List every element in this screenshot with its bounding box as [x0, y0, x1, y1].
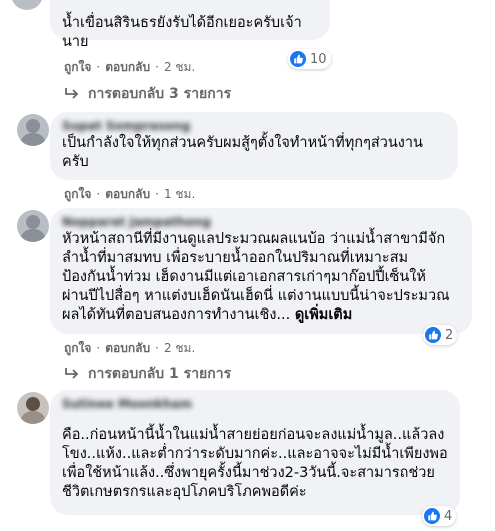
like-icon — [290, 51, 306, 67]
separator: · — [155, 187, 159, 201]
comment-body: หัวหน้าสถานีที่มีงานดูแลประมวณผลแนบ้อ ว่… — [62, 231, 450, 323]
separator: · — [96, 60, 101, 74]
comment-bubble: น้ำเขื่อนสิรินธรยังรับได้อีกเยอะครับเจ้า… — [50, 0, 330, 50]
reply-button[interactable]: ตอบกลับ — [105, 58, 150, 77]
avatar[interactable] — [17, 114, 49, 146]
comment-bubble: Supat Somprasong เป็นกำลังใจให้ทุกส่วนคร… — [50, 112, 458, 180]
like-button[interactable]: ถูกใจ — [64, 185, 91, 204]
comment-author[interactable]: Nopparat Jampathong — [62, 214, 460, 230]
reaction-count: 10 — [310, 51, 327, 67]
reaction-summary[interactable]: 4 — [422, 506, 457, 526]
avatar[interactable] — [11, 0, 43, 10]
comment-time[interactable]: 2 ชม. — [164, 58, 195, 77]
separator: · — [96, 341, 101, 355]
separator: · — [96, 187, 101, 201]
comment-time[interactable]: 2 ชม. — [164, 339, 195, 358]
reply-button[interactable]: ตอบกลับ — [105, 185, 150, 204]
separator: · — [155, 341, 159, 355]
comment-actions: ถูกใจ · ตอบกลับ · 1 ชม. — [64, 186, 195, 202]
see-more-link[interactable]: ดูเพิ่มเติม — [295, 307, 352, 323]
like-button[interactable]: ถูกใจ — [64, 339, 91, 358]
view-replies-button[interactable]: การตอบกลับ 3 รายการ — [64, 83, 231, 105]
like-button[interactable]: ถูกใจ — [64, 58, 91, 77]
reply-arrow-icon — [65, 88, 79, 99]
comment-text: น้ำเขื่อนสิรินธรยังรับได้อีกเยอะครับเจ้า… — [62, 15, 302, 50]
comment-text: หัวหน้าสถานีที่มีงานดูแลประมวณผลแนบ้อ ว่… — [62, 230, 460, 325]
separator: · — [155, 60, 159, 74]
comment-actions: ถูกใจ · ตอบกลับ · 2 ชม. — [64, 340, 195, 356]
comment-bubble: Nopparat Jampathong หัวหน้าสถานีที่มีงาน… — [50, 208, 472, 334]
reply-button[interactable]: ตอบกลับ — [105, 339, 150, 358]
reaction-count: 4 — [444, 508, 453, 524]
avatar[interactable] — [17, 392, 49, 424]
reaction-summary[interactable]: 10 — [288, 49, 331, 69]
comment-time[interactable]: 1 ชม. — [164, 185, 195, 204]
like-icon — [424, 508, 440, 524]
comment-text: เป็นกำลังใจให้ทุกส่วนครับผมสู้ๆตั้งใจทำห… — [62, 135, 423, 170]
view-replies-label: การตอบกลับ 3 รายการ — [88, 86, 232, 102]
reply-arrow-icon — [65, 368, 79, 379]
comment-text: คือ..ก่อนหน้านี้น้ำในแม่น้ำสายย่อยก่อนจะ… — [62, 427, 448, 500]
reaction-count: 2 — [445, 327, 454, 343]
reaction-summary[interactable]: 2 — [423, 325, 458, 345]
comment-bubble: Sutinee Moonkham คือ..ก่อนหน้านี้น้ำในแม… — [50, 390, 460, 515]
comment-author[interactable]: Supat Somprasong — [62, 118, 446, 134]
view-replies-button[interactable]: การตอบกลับ 1 รายการ — [64, 363, 231, 385]
comment-actions: ถูกใจ · ตอบกลับ · 2 ชม. — [64, 59, 195, 75]
comment-author[interactable]: Sutinee Moonkham — [62, 396, 448, 412]
avatar[interactable] — [17, 210, 49, 242]
like-icon — [425, 327, 441, 343]
view-replies-label: การตอบกลับ 1 รายการ — [88, 366, 232, 382]
